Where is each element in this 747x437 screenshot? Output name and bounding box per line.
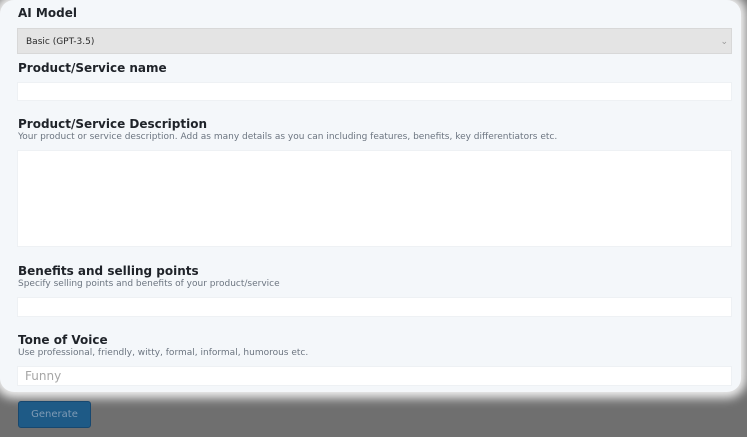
tone-label: Tone of Voice bbox=[18, 333, 108, 347]
ai-model-label: AI Model bbox=[18, 6, 77, 20]
tone-input[interactable]: Funny bbox=[17, 366, 732, 386]
ai-model-selected-value: Basic (GPT-3.5) bbox=[26, 37, 95, 47]
tone-placeholder: Funny bbox=[25, 369, 62, 383]
form-panel: AI Model Basic (GPT-3.5) ⌄ Product/Servi… bbox=[0, 0, 741, 392]
benefits-label: Benefits and selling points bbox=[18, 264, 199, 278]
benefits-hint: Specify selling points and benefits of y… bbox=[18, 279, 280, 289]
generate-button[interactable]: Generate bbox=[18, 401, 91, 428]
benefits-input[interactable] bbox=[17, 297, 732, 317]
ai-model-select[interactable]: Basic (GPT-3.5) ⌄ bbox=[17, 28, 732, 54]
product-name-input[interactable] bbox=[17, 82, 732, 101]
tone-hint: Use professional, friendly, witty, forma… bbox=[18, 348, 309, 358]
product-description-hint: Your product or service description. Add… bbox=[18, 132, 558, 142]
product-name-label: Product/Service name bbox=[18, 61, 167, 75]
product-description-textarea[interactable] bbox=[17, 150, 732, 247]
chevron-down-icon: ⌄ bbox=[720, 37, 728, 47]
product-description-label: Product/Service Description bbox=[18, 117, 207, 131]
